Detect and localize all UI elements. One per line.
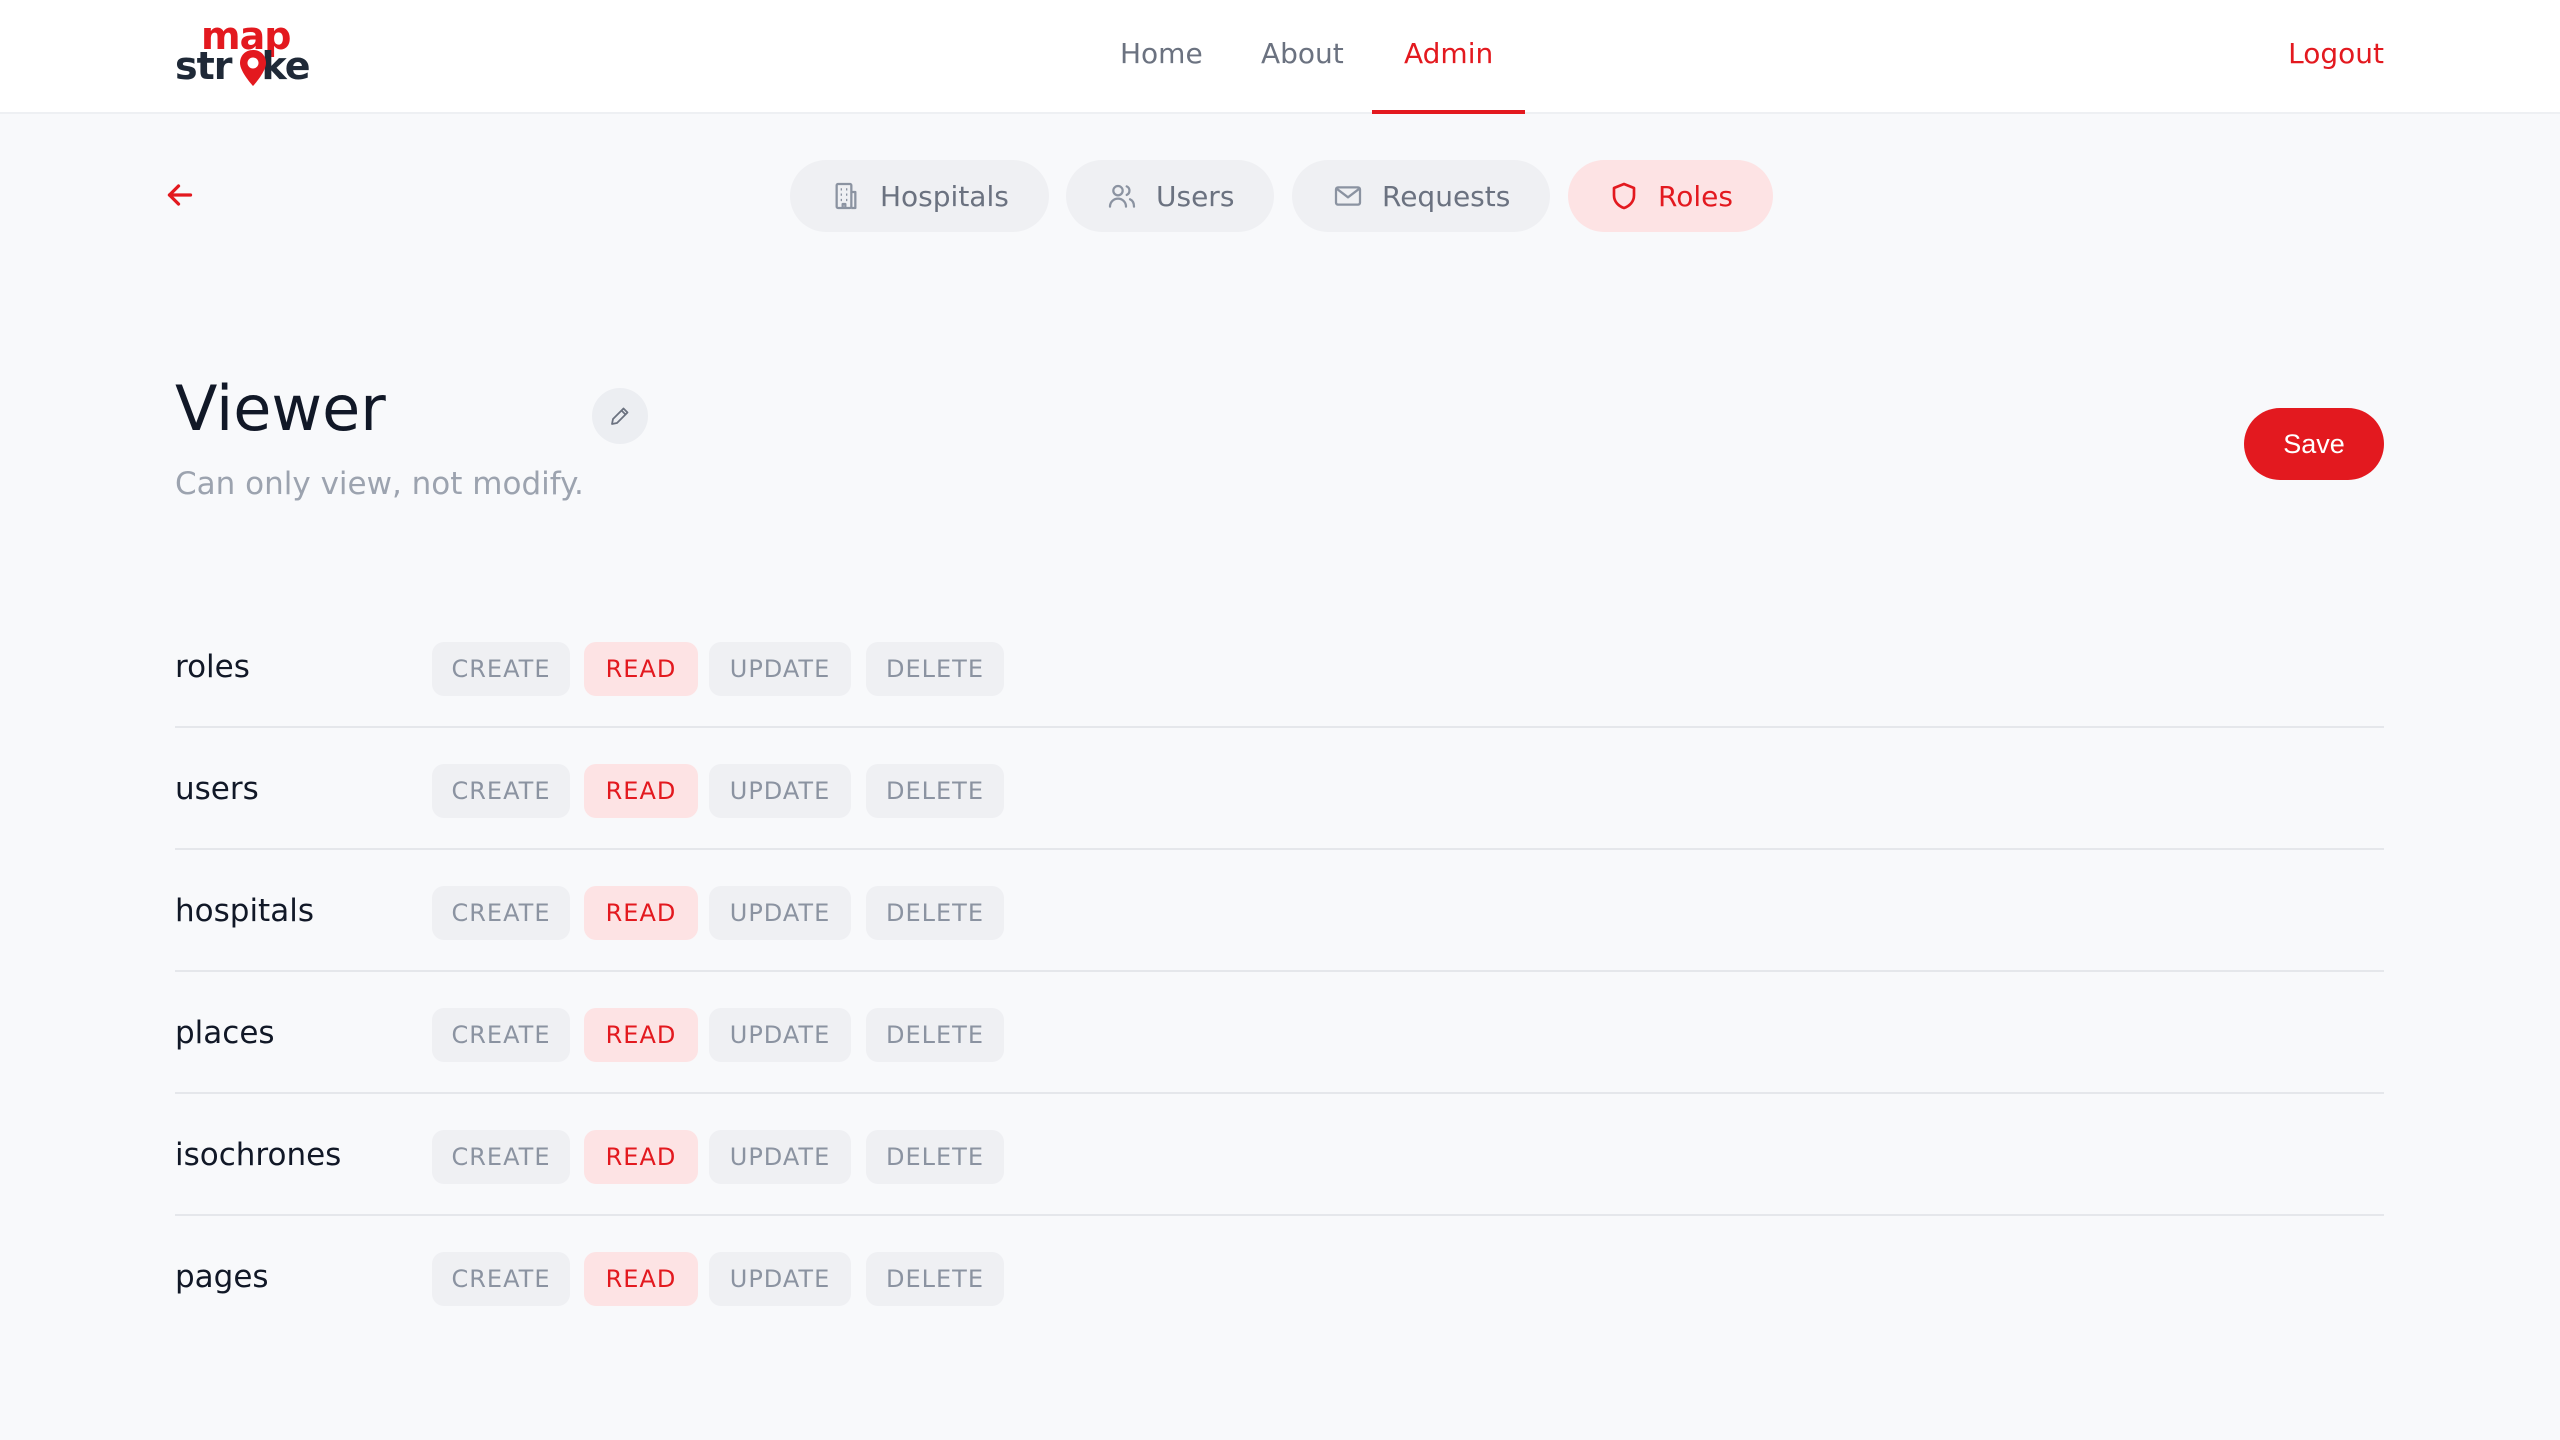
permission-toggle-update[interactable]: UPDATE	[709, 642, 851, 696]
permission-row-pages: pages CREATE READ UPDATE DELETE	[175, 1216, 2384, 1338]
tab-users-label: Users	[1156, 179, 1235, 213]
top-navbar: map str ke Home About Admin Logout	[0, 0, 2560, 114]
users-icon	[1108, 184, 1136, 208]
permission-toggle-delete[interactable]: DELETE	[866, 764, 1004, 818]
nav-home[interactable]: Home	[1120, 0, 1203, 114]
permission-toggle-read[interactable]: READ	[584, 1130, 698, 1184]
permission-toggle-update[interactable]: UPDATE	[709, 764, 851, 818]
permission-resource-name: roles	[175, 649, 250, 685]
arrow-left-icon[interactable]	[162, 177, 198, 213]
permission-toggle-create[interactable]: CREATE	[432, 642, 570, 696]
permission-toggle-delete[interactable]: DELETE	[866, 1252, 1004, 1306]
tab-users[interactable]: Users	[1066, 160, 1275, 232]
map-pin-icon	[240, 50, 266, 86]
tab-roles-label: Roles	[1658, 179, 1733, 213]
nav-admin[interactable]: Admin	[1371, 0, 1526, 114]
save-button[interactable]: Save	[2244, 408, 2384, 480]
nav-about[interactable]: About	[1261, 0, 1344, 114]
permission-toggle-create[interactable]: CREATE	[432, 1130, 570, 1184]
permission-resource-name: isochrones	[175, 1137, 342, 1173]
tab-requests[interactable]: Requests	[1292, 160, 1551, 232]
permission-row-places: places CREATE READ UPDATE DELETE	[175, 972, 2384, 1094]
permission-row-hospitals: hospitals CREATE READ UPDATE DELETE	[175, 850, 2384, 972]
permission-toggle-create[interactable]: CREATE	[432, 1252, 570, 1306]
mail-icon	[1334, 186, 1362, 206]
permission-row-isochrones: isochrones CREATE READ UPDATE DELETE	[175, 1094, 2384, 1216]
shield-icon	[1612, 182, 1636, 210]
permission-toggle-create[interactable]: CREATE	[432, 886, 570, 940]
tab-hospitals-label: Hospitals	[880, 179, 1009, 213]
permission-toggle-delete[interactable]: DELETE	[866, 1130, 1004, 1184]
permission-resource-name: pages	[175, 1259, 269, 1295]
permission-toggle-update[interactable]: UPDATE	[709, 1008, 851, 1062]
permission-toggle-read[interactable]: READ	[584, 1008, 698, 1062]
pencil-icon	[611, 407, 629, 425]
permission-toggle-delete[interactable]: DELETE	[866, 642, 1004, 696]
edit-role-button[interactable]	[592, 388, 648, 444]
building-icon	[835, 182, 857, 210]
logout-link[interactable]: Logout	[2288, 0, 2384, 114]
tab-hospitals[interactable]: Hospitals	[790, 160, 1049, 232]
permission-toggle-read[interactable]: READ	[584, 886, 698, 940]
permission-toggle-update[interactable]: UPDATE	[709, 886, 851, 940]
permission-resource-name: users	[175, 771, 259, 807]
permission-resource-name: hospitals	[175, 893, 314, 929]
tab-roles[interactable]: Roles	[1568, 160, 1773, 232]
permission-row-roles: roles CREATE READ UPDATE DELETE	[175, 606, 2384, 728]
role-description: Can only view, not modify.	[175, 466, 584, 502]
permission-toggle-update[interactable]: UPDATE	[709, 1130, 851, 1184]
permission-toggle-delete[interactable]: DELETE	[866, 886, 1004, 940]
permission-toggle-read[interactable]: READ	[584, 764, 698, 818]
permission-toggle-update[interactable]: UPDATE	[709, 1252, 851, 1306]
permission-toggle-read[interactable]: READ	[584, 642, 698, 696]
mapstroke-logo[interactable]: map str ke	[175, 14, 325, 90]
role-title: Viewer	[175, 372, 386, 445]
permission-toggle-create[interactable]: CREATE	[432, 764, 570, 818]
tab-requests-label: Requests	[1382, 179, 1511, 213]
permission-resource-name: places	[175, 1015, 275, 1051]
permission-row-users: users CREATE READ UPDATE DELETE	[175, 728, 2384, 850]
permission-toggle-read[interactable]: READ	[584, 1252, 698, 1306]
permission-toggle-delete[interactable]: DELETE	[866, 1008, 1004, 1062]
permission-toggle-create[interactable]: CREATE	[432, 1008, 570, 1062]
